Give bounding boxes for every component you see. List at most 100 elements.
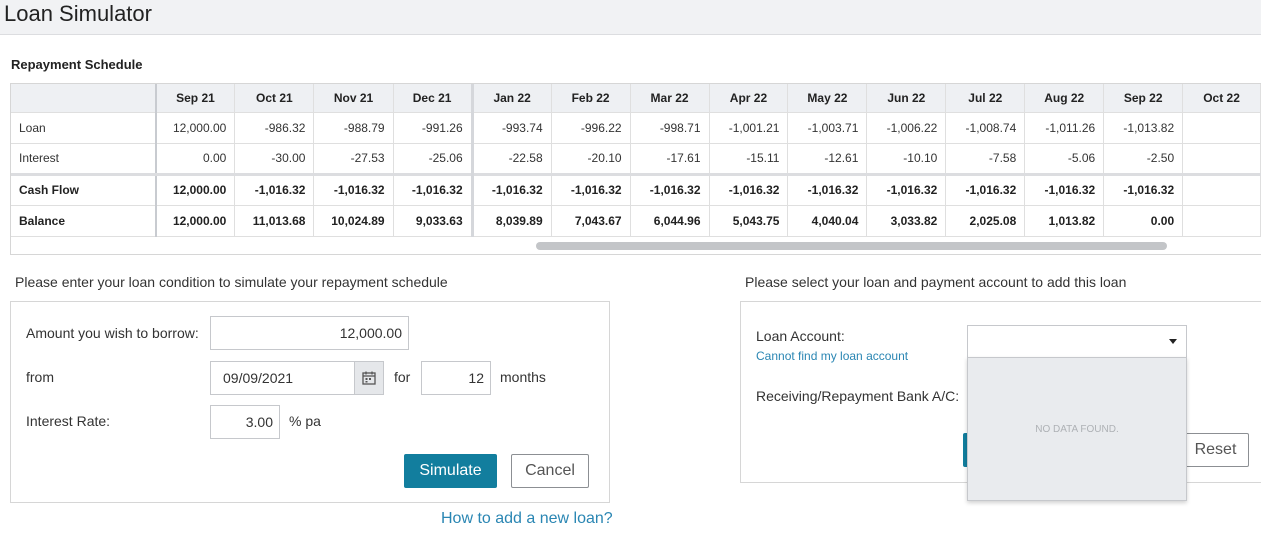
- for-label: for: [394, 369, 411, 385]
- schedule-cell: -1,008.74: [945, 112, 1026, 144]
- schedule-cell: -1,016.32: [709, 172, 789, 206]
- month-header: Dec 21: [393, 84, 474, 113]
- schedule-cell: -1,016.32: [1103, 172, 1184, 206]
- loan-account-label: Loan Account:: [756, 328, 845, 344]
- amount-input[interactable]: 12,000.00: [210, 316, 409, 350]
- start-date-input[interactable]: 09/09/2021: [210, 361, 384, 395]
- schedule-cell: 9,033.63: [393, 205, 474, 237]
- schedule-cell: 12,000.00: [155, 112, 236, 144]
- schedule-cell: -27.53: [313, 143, 394, 175]
- schedule-cell: -22.58: [472, 143, 552, 175]
- start-date-value: 09/09/2021: [223, 370, 294, 386]
- interest-rate-label: Interest Rate:: [26, 413, 111, 429]
- amount-label: Amount you wish to borrow:: [26, 325, 199, 341]
- schedule-cell: 6,044.96: [630, 205, 710, 237]
- schedule-cell: 0.00: [1103, 205, 1184, 237]
- schedule-cell: -7.58: [945, 143, 1026, 175]
- row-label: Balance: [11, 205, 157, 237]
- schedule-cell: -996.22: [551, 112, 631, 144]
- month-header: Sep 22: [1103, 84, 1184, 113]
- schedule-cell: -20.10: [551, 143, 631, 175]
- schedule-cell: -1,016.32: [630, 172, 710, 206]
- no-data-message: NO DATA FOUND.: [1035, 423, 1119, 435]
- how-to-add-loan-link[interactable]: How to add a new loan?: [441, 510, 613, 528]
- schedule-row: Interest 0.00 -30.00 -27.53 -25.06 -22.58 -20.…: [11, 143, 1261, 175]
- rate-unit-label: % pa: [289, 413, 321, 429]
- add-loan-form-title: Please select your loan and payment acco…: [745, 274, 1127, 290]
- schedule-cell: [1182, 112, 1261, 144]
- cannot-find-loan-link[interactable]: Cannot find my loan account: [756, 349, 908, 363]
- month-header: Jun 22: [866, 84, 947, 113]
- schedule-title: Repayment Schedule: [11, 57, 143, 72]
- month-header: Apr 22: [709, 84, 789, 113]
- schedule-grid: Sep 21 Oct 21 Nov 21 Dec 21 Jan 22 Feb 22 Mar …: [11, 84, 1261, 237]
- schedule-cell: -1,016.32: [313, 172, 394, 206]
- month-header: Jan 22: [472, 84, 552, 113]
- schedule-cell: -17.61: [630, 143, 710, 175]
- interest-rate-input[interactable]: 3.00: [210, 405, 280, 439]
- cancel-button[interactable]: Cancel: [511, 454, 589, 488]
- schedule-cell: -1,016.32: [393, 172, 474, 206]
- schedule-cell: 1,013.82: [1024, 205, 1105, 237]
- month-header: Feb 22: [551, 84, 631, 113]
- month-header: Sep 21: [155, 84, 236, 113]
- from-label: from: [26, 369, 54, 385]
- month-header: Oct 21: [234, 84, 315, 113]
- month-header: Aug 22: [1024, 84, 1105, 113]
- schedule-cell: 0.00: [155, 143, 236, 175]
- simulate-form-title: Please enter your loan condition to simu…: [15, 274, 448, 290]
- month-header: Jul 22: [945, 84, 1026, 113]
- schedule-cell: 7,043.67: [551, 205, 631, 237]
- months-input[interactable]: 12: [421, 361, 491, 395]
- schedule-row: Balance 12,000.00 11,013.68 10,024.89 9,033.…: [11, 205, 1261, 237]
- schedule-cell: 10,024.89: [313, 205, 394, 237]
- schedule-cell: 5,043.75: [709, 205, 789, 237]
- horizontal-scrollbar[interactable]: [536, 242, 1167, 250]
- schedule-cell: -12.61: [787, 143, 868, 175]
- schedule-cell: -1,016.32: [1024, 172, 1105, 206]
- repayment-schedule-table[interactable]: Sep 21 Oct 21 Nov 21 Dec 21 Jan 22 Feb 22 Mar …: [10, 83, 1261, 255]
- calendar-icon[interactable]: [354, 362, 383, 394]
- schedule-cell: 3,033.82: [866, 205, 947, 237]
- months-label: months: [500, 369, 546, 385]
- schedule-cell: 4,040.04: [787, 205, 868, 237]
- schedule-cell: -988.79: [313, 112, 394, 144]
- loan-account-select[interactable]: [967, 325, 1187, 358]
- schedule-cell: -5.06: [1024, 143, 1105, 175]
- schedule-cell: -10.10: [866, 143, 947, 175]
- schedule-corner-header: [11, 84, 157, 113]
- loan-account-dropdown[interactable]: NO DATA FOUND.: [967, 357, 1187, 501]
- schedule-cell: -1,016.32: [234, 172, 315, 206]
- row-label: Interest: [11, 143, 157, 175]
- schedule-cell: -1,016.32: [945, 172, 1026, 206]
- schedule-cell: -25.06: [393, 143, 474, 175]
- simulate-button[interactable]: Simulate: [404, 454, 497, 488]
- schedule-cell: 12,000.00: [155, 205, 236, 237]
- schedule-cell: -1,016.32: [472, 172, 552, 206]
- schedule-cell: -1,011.26: [1024, 112, 1105, 144]
- schedule-cell: [1182, 172, 1261, 206]
- month-header: Mar 22: [630, 84, 710, 113]
- chevron-down-icon: [1169, 339, 1177, 344]
- schedule-row: Cash Flow 12,000.00 -1,016.32 -1,016.32 -1,0…: [11, 172, 1261, 206]
- schedule-cell: 12,000.00: [155, 172, 236, 206]
- month-header: Nov 21: [313, 84, 394, 113]
- schedule-cell: -1,016.32: [787, 172, 868, 206]
- schedule-cell: -1,006.22: [866, 112, 947, 144]
- schedule-cell: 2,025.08: [945, 205, 1026, 237]
- schedule-cell: -991.26: [393, 112, 474, 144]
- schedule-cell: -993.74: [472, 112, 552, 144]
- page-title: Loan Simulator: [4, 1, 152, 26]
- schedule-cell: -986.32: [234, 112, 315, 144]
- row-label: Cash Flow: [11, 172, 157, 206]
- schedule-cell: -2.50: [1103, 143, 1184, 175]
- schedule-cell: -1,013.82: [1103, 112, 1184, 144]
- schedule-cell: -1,003.71: [787, 112, 868, 144]
- schedule-cell: -998.71: [630, 112, 710, 144]
- month-header: May 22: [787, 84, 868, 113]
- schedule-cell: -15.11: [709, 143, 789, 175]
- month-header: Oct 22: [1182, 84, 1261, 113]
- schedule-cell: [1182, 205, 1261, 237]
- reset-button[interactable]: Reset: [1183, 433, 1249, 467]
- schedule-cell: -1,016.32: [866, 172, 947, 206]
